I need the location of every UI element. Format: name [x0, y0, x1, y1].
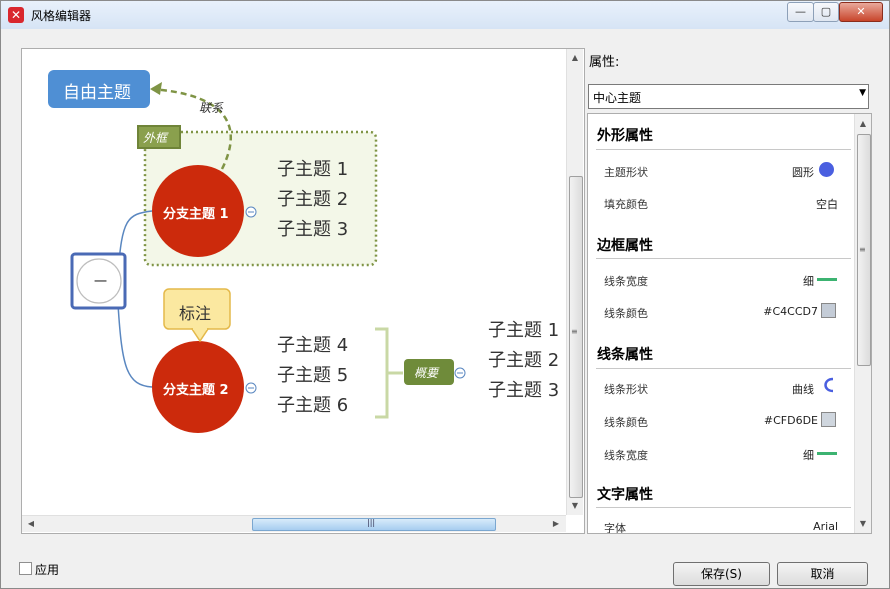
summary-subtopic-item[interactable]: 子主题 3	[488, 376, 559, 402]
topic-shape-value[interactable]: 圆形	[768, 164, 814, 180]
relationship-label: 联系	[199, 101, 224, 115]
apply-checkbox[interactable]	[19, 562, 32, 575]
subtopic-item[interactable]: 子主题 5	[277, 361, 348, 387]
font-label: 字体	[604, 522, 626, 534]
apply-checkbox-label[interactable]: 应用	[35, 561, 59, 578]
title-bar: ✕ 风格编辑器 — ▢ ✕	[1, 1, 889, 29]
selected-topic-type: 中心主题	[593, 91, 642, 105]
line-width-value[interactable]: 细	[768, 447, 814, 463]
subtopic-item[interactable]: 子主题 3	[277, 215, 348, 241]
subtopic-item[interactable]: 子主题 2	[277, 185, 348, 211]
topic-type-selector[interactable]: 中心主题 ▼	[588, 84, 869, 109]
scroll-grip-icon: |||	[367, 518, 376, 527]
free-topic-label: 自由主题	[63, 83, 131, 103]
callout-label[interactable]: 标注	[179, 300, 211, 324]
scroll-down-arrow-icon[interactable]: ▼	[856, 517, 870, 531]
line-shape-label: 线条形状	[604, 383, 648, 396]
branch-topic-1[interactable]: 分支主题 1	[163, 203, 229, 222]
section-divider	[596, 149, 851, 150]
cancel-button[interactable]: 取消	[777, 562, 868, 586]
subtopic-item[interactable]: 子主题 4	[277, 331, 348, 357]
minimize-button[interactable]: —	[787, 2, 814, 22]
color-swatch-icon[interactable]	[821, 412, 836, 427]
properties-title: 属性:	[589, 55, 620, 70]
thin-line-icon[interactable]	[817, 452, 837, 455]
relationship-arrowhead	[150, 82, 162, 95]
properties-vscroll-thumb[interactable]: ≡	[857, 134, 871, 366]
line-shape-value[interactable]: 曲线	[768, 381, 814, 397]
topic-shape-label: 主题形状	[604, 166, 648, 179]
line-color-label: 线条颜色	[604, 416, 648, 429]
fill-color-value[interactable]: 空白	[788, 196, 838, 212]
fill-color-label: 填充颜色	[604, 198, 648, 211]
section-title-text: 文字属性	[597, 487, 653, 503]
line-width-label: 线条宽度	[604, 449, 648, 462]
save-button[interactable]: 保存(S)	[673, 562, 770, 586]
branch-topic-2[interactable]: 分支主题 2	[163, 379, 229, 398]
style-editor-window: ✕ 风格编辑器 — ▢ ✕ 自由主题 联系 外框 一 分支主题 1 分支主题 2…	[0, 0, 890, 589]
border-line-color-label: 线条颜色	[604, 307, 648, 320]
border-line-color-value[interactable]: #C4CCD7	[748, 305, 818, 318]
scroll-grip-icon: ≡	[571, 327, 578, 336]
dropdown-arrow-icon[interactable]: ▼	[859, 88, 866, 98]
summary-topic[interactable]: 概要	[404, 359, 454, 385]
scroll-left-arrow-icon[interactable]: ◀	[24, 517, 38, 531]
border-line-width-label: 线条宽度	[604, 275, 648, 288]
properties-vertical-scrollbar[interactable]: ▲ ≡ ▼	[854, 114, 871, 533]
line-color-value[interactable]: #CFD6DE	[748, 414, 818, 427]
subtopic-item[interactable]: 子主题 1	[277, 155, 348, 181]
section-divider	[596, 258, 851, 259]
canvas-vertical-scrollbar[interactable]: ▲ ≡ ▼	[566, 49, 583, 515]
maximize-button[interactable]: ▢	[813, 2, 839, 22]
properties-panel: 外形属性 主题形状 圆形 填充颜色 空白 边框属性 线条宽度 细 线条颜色 #C…	[587, 113, 872, 534]
circle-shape-icon[interactable]	[819, 162, 834, 177]
canvas-horizontal-scrollbar[interactable]: ◀ ||| ▶	[22, 515, 566, 532]
scroll-up-arrow-icon[interactable]: ▲	[856, 117, 870, 131]
boundary-label-tag[interactable]: 外框	[137, 125, 181, 149]
summary-subtopic-item[interactable]: 子主题 2	[488, 346, 559, 372]
section-divider	[596, 368, 851, 369]
scroll-down-arrow-icon[interactable]: ▼	[568, 499, 582, 513]
close-button[interactable]: ✕	[839, 2, 883, 22]
free-topic[interactable]: 自由主题	[48, 70, 150, 108]
central-topic-label[interactable]: 一	[94, 271, 107, 290]
window-title: 风格编辑器	[31, 9, 92, 23]
scroll-right-arrow-icon[interactable]: ▶	[549, 517, 563, 531]
mindmap-preview-canvas[interactable]: 自由主题 联系 外框 一 分支主题 1 分支主题 2 标注 子主题 1 子主题 …	[21, 48, 585, 534]
section-title-line: 线条属性	[597, 347, 653, 363]
connector-branch-2	[117, 303, 153, 388]
font-value[interactable]: Arial	[778, 520, 838, 533]
summary-label: 概要	[414, 366, 439, 380]
subtopic-item[interactable]: 子主题 6	[277, 391, 348, 417]
summary-bracket	[375, 327, 389, 419]
border-line-width-value[interactable]: 细	[768, 273, 814, 289]
scroll-up-arrow-icon[interactable]: ▲	[568, 51, 582, 65]
thin-line-icon[interactable]	[817, 278, 837, 281]
xmind-app-icon: ✕	[8, 7, 24, 23]
canvas-vscroll-thumb[interactable]: ≡	[569, 176, 583, 498]
section-divider	[596, 507, 851, 508]
summary-subtopic-item[interactable]: 子主题 1	[488, 316, 559, 342]
section-title-border: 边框属性	[597, 238, 653, 254]
curve-line-icon[interactable]	[819, 376, 835, 394]
scroll-grip-icon: ≡	[859, 245, 866, 254]
boundary-label: 外框	[143, 131, 168, 145]
section-title-shape: 外形属性	[597, 128, 653, 144]
canvas-hscroll-thumb[interactable]: |||	[252, 518, 496, 531]
color-swatch-icon[interactable]	[821, 303, 836, 318]
